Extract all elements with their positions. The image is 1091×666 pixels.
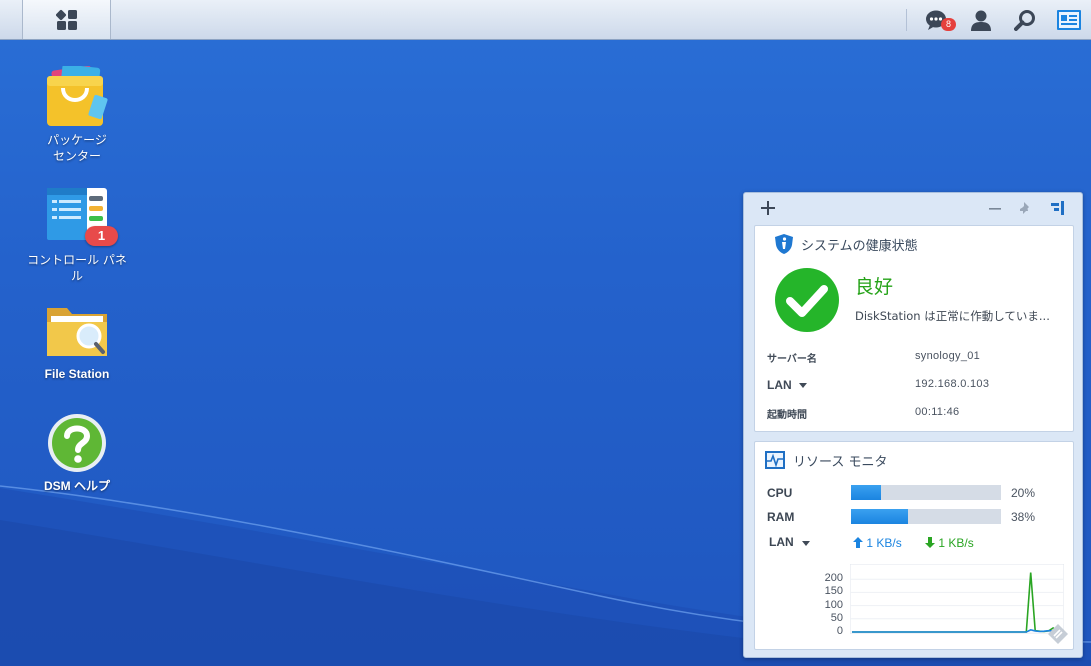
cpu-label: CPU [767,486,793,500]
notifications-button[interactable]: 8 [915,0,959,39]
ram-percent: 38% [1011,510,1036,524]
chart-y-tick-label: 100 [824,598,843,611]
lan-selector[interactable]: LAN [767,377,827,393]
search-icon [1014,9,1035,31]
resource-monitor-title: リソース モニタ [793,454,888,470]
desktop-shortcut-file-station[interactable]: File Station [22,300,132,382]
pin-icon [1020,202,1029,214]
pin-button[interactable] [1017,199,1035,217]
system-health-widget: システムの健康状態 良好 DiskStation は正常に作動していま... サ… [754,225,1074,432]
upload-rate: 1 KB/s [853,536,902,550]
system-health-title: システムの健康状態 [801,238,918,254]
chevron-down-icon [802,541,810,546]
ram-usage-bar [851,509,1001,524]
add-widget-button[interactable] [759,199,777,217]
control-panel-icon: 1 [45,186,118,250]
grid-apps-icon [55,9,77,30]
widgets-toggle-icon [1057,9,1081,30]
check-ok-icon [775,268,839,332]
chevron-down-icon [799,383,807,388]
widget-panel-toolbar [744,193,1082,223]
minimize-button[interactable] [986,199,1004,217]
lan-interface-selector[interactable]: LAN [769,534,829,552]
server-name-key: サーバー名 [767,354,817,365]
lan-key: LAN [767,378,792,392]
ram-label: RAM [767,510,795,524]
system-health-header: システムの健康状態 [775,234,918,254]
chart-y-tick-label: 0 [836,625,843,637]
desktop-shortcut-package-center[interactable]: パッケージ センター [22,64,132,164]
widget-panel: システムの健康状態 良好 DiskStation は正常に作動していま... サ… [743,192,1083,658]
network-traffic-chart [850,564,1064,634]
tray-divider [906,8,907,31]
resource-monitor-header: リソース モニタ [765,450,887,470]
desktop-shortcut-control-panel[interactable]: 1 コントロール パネル [22,186,132,284]
widget-layout-button[interactable] [1048,199,1066,217]
lan-ip-value: 192.168.0.103 [915,378,990,390]
resource-monitor-widget: リソース モニタ CPU 20% RAM 38% LAN 1 KB/s 1 KB… [754,441,1074,650]
control-panel-badge: 1 [85,226,118,246]
health-description: DiskStation は正常に作動していま... [855,309,1050,323]
main-menu-button[interactable] [22,0,111,39]
pulse-monitor-icon [765,451,785,469]
cpu-usage-bar [851,485,1001,500]
cpu-percent: 20% [1011,486,1036,500]
cpu-usage-fill [851,485,881,500]
search-button[interactable] [1003,0,1047,39]
control-panel-label: コントロール パネル [27,253,127,283]
package-center-label-line2: センター [52,149,101,163]
taskbar: 8 [0,0,1091,40]
uptime-value: 00:11:46 [915,406,960,418]
desktop-shortcut-dsm-help[interactable]: DSM ヘルプ [22,412,132,494]
server-name-value: synology_01 [915,350,981,362]
resize-handle-icon[interactable] [1046,622,1070,646]
file-station-icon [45,300,109,364]
chart-y-tick-label: 200 [824,572,843,585]
ram-usage-fill [851,509,908,524]
lan-resource-label: LAN [769,535,794,549]
minimize-icon [989,208,1001,210]
chart-y-tick-label: 150 [824,585,843,598]
arrow-down-icon [925,537,935,548]
download-rate: 1 KB/s [925,536,974,550]
info-shield-icon [775,234,793,254]
user-menu-button[interactable] [959,0,1003,39]
user-icon [971,10,991,31]
health-status: 良好 [855,276,894,298]
help-icon [45,412,109,476]
widget-layout-icon [1051,201,1064,215]
taskbar-tray: 8 [906,0,1091,39]
package-center-icon [45,64,109,130]
file-station-label: File Station [44,367,110,381]
add-icon [761,201,775,215]
package-center-label-line1: パッケージ [47,133,107,147]
uptime-key: 起動時間 [767,410,807,421]
dsm-help-label: DSM ヘルプ [43,479,110,493]
arrow-up-icon [853,537,863,548]
chart-y-tick-label: 50 [830,611,843,624]
widgets-toggle-button[interactable] [1047,0,1091,39]
upload-rate-value: 1 KB/s [866,536,902,550]
download-rate-value: 1 KB/s [938,536,974,550]
notification-count-badge: 8 [941,18,956,31]
